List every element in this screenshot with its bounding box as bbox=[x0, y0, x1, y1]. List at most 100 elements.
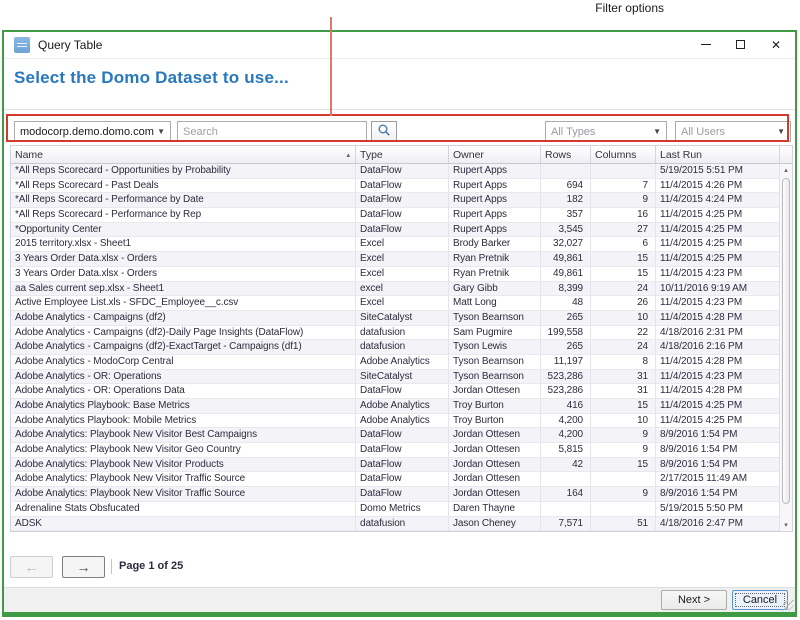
cell-owner: Sam Pugmire bbox=[449, 326, 541, 340]
cell-columns: 10 bbox=[591, 414, 656, 428]
cell-type: excel bbox=[356, 282, 449, 296]
table-row[interactable]: Active Employee List.xls - SFDC_Employee… bbox=[11, 296, 792, 311]
cell-rows: 265 bbox=[541, 340, 591, 354]
table-row[interactable]: Adobe Analytics: Playbook New Visitor Pr… bbox=[11, 458, 792, 473]
cell-owner: Rupert Apps bbox=[449, 164, 541, 178]
column-header-lastrun[interactable]: Last Run bbox=[656, 146, 780, 163]
search-input[interactable] bbox=[177, 121, 367, 142]
cell-type: Adobe Analytics bbox=[356, 414, 449, 428]
cell-owner: Troy Burton bbox=[449, 399, 541, 413]
cell-name: *All Reps Scorecard - Opportunities by P… bbox=[11, 164, 356, 178]
resize-grip[interactable] bbox=[783, 600, 794, 611]
search-button[interactable] bbox=[371, 121, 397, 142]
table-row[interactable]: aa Sales current sep.xlsx - Sheet1excelG… bbox=[11, 282, 792, 297]
page-indicator: Page 1 of 25 bbox=[111, 559, 183, 574]
cell-type: DataFlow bbox=[356, 193, 449, 207]
table-row[interactable]: *Opportunity CenterDataFlowRupert Apps3,… bbox=[11, 223, 792, 238]
cell-type: datafusion bbox=[356, 326, 449, 340]
scroll-down-icon[interactable]: ▾ bbox=[780, 521, 792, 529]
cell-columns: 10 bbox=[591, 311, 656, 325]
cell-columns: 8 bbox=[591, 355, 656, 369]
cell-type: DataFlow bbox=[356, 384, 449, 398]
vertical-scrollbar[interactable]: ▴ ▾ bbox=[779, 164, 792, 531]
cell-columns: 22 bbox=[591, 326, 656, 340]
table-body: *All Reps Scorecard - Opportunities by P… bbox=[11, 164, 792, 531]
table-row[interactable]: Adobe Analytics: Playbook New Visitor Tr… bbox=[11, 487, 792, 502]
table-row[interactable]: Adobe Analytics Playbook: Base MetricsAd… bbox=[11, 399, 792, 414]
minimize-button[interactable] bbox=[689, 32, 723, 58]
cell-lastrun: 10/11/2016 9:19 AM bbox=[656, 282, 780, 296]
cell-lastrun: 11/4/2015 4:25 PM bbox=[656, 223, 780, 237]
table-row[interactable]: ADSKdatafusionJason Cheney7,571514/18/20… bbox=[11, 517, 792, 532]
table-header: Name ▴ Type Owner Rows Columns Last Run bbox=[11, 146, 792, 164]
column-header-rows[interactable]: Rows bbox=[541, 146, 591, 163]
scroll-up-icon[interactable]: ▴ bbox=[780, 166, 792, 174]
cell-columns: 27 bbox=[591, 223, 656, 237]
table-row[interactable]: Adobe Analytics: Playbook New Visitor Ge… bbox=[11, 443, 792, 458]
cell-owner: Jordan Ottesen bbox=[449, 428, 541, 442]
cell-name: Adobe Analytics: Playbook New Visitor Pr… bbox=[11, 458, 356, 472]
cell-owner: Rupert Apps bbox=[449, 193, 541, 207]
annotation-callout-line bbox=[330, 17, 332, 116]
cell-owner: Rupert Apps bbox=[449, 223, 541, 237]
cancel-button[interactable]: Cancel bbox=[732, 590, 788, 610]
cell-owner: Brody Barker bbox=[449, 237, 541, 251]
cell-columns: 24 bbox=[591, 282, 656, 296]
table-row[interactable]: Adobe Analytics: Playbook New Visitor Tr… bbox=[11, 472, 792, 487]
cell-rows: 49,861 bbox=[541, 267, 591, 281]
table-row[interactable]: 3 Years Order Data.xlsx - OrdersExcelRya… bbox=[11, 252, 792, 267]
cell-type: Excel bbox=[356, 267, 449, 281]
column-header-owner[interactable]: Owner bbox=[449, 146, 541, 163]
cell-owner: Jordan Ottesen bbox=[449, 487, 541, 501]
column-header-name[interactable]: Name ▴ bbox=[11, 146, 356, 163]
maximize-button[interactable] bbox=[723, 32, 757, 58]
table-row[interactable]: 2015 territory.xlsx - Sheet1ExcelBrody B… bbox=[11, 237, 792, 252]
cell-lastrun: 8/9/2016 1:54 PM bbox=[656, 443, 780, 457]
cell-columns bbox=[591, 472, 656, 486]
table-row[interactable]: *All Reps Scorecard - Opportunities by P… bbox=[11, 164, 792, 179]
table-row[interactable]: *All Reps Scorecard - Performance by Rep… bbox=[11, 208, 792, 223]
next-page-button[interactable]: → bbox=[62, 556, 105, 578]
cell-name: Adobe Analytics - Campaigns (df2) bbox=[11, 311, 356, 325]
column-header-columns[interactable]: Columns bbox=[591, 146, 656, 163]
table-row[interactable]: Adobe Analytics - Campaigns (df2)-ExactT… bbox=[11, 340, 792, 355]
next-button[interactable]: Next > bbox=[661, 590, 727, 610]
cell-type: DataFlow bbox=[356, 472, 449, 486]
cell-columns: 7 bbox=[591, 179, 656, 193]
types-dropdown[interactable]: All Types ▼ bbox=[545, 121, 667, 142]
chevron-down-icon: ▼ bbox=[777, 127, 785, 136]
table-row[interactable]: 3 Years Order Data.xlsx - OrdersExcelRya… bbox=[11, 267, 792, 282]
table-row[interactable]: *All Reps Scorecard - Past DealsDataFlow… bbox=[11, 179, 792, 194]
prev-page-button[interactable]: ← bbox=[10, 556, 53, 578]
table-row[interactable]: Adobe Analytics - ModoCorp CentralAdobe … bbox=[11, 355, 792, 370]
cell-type: DataFlow bbox=[356, 179, 449, 193]
cell-lastrun: 11/4/2015 4:28 PM bbox=[656, 311, 780, 325]
table-row[interactable]: Adobe Analytics Playbook: Mobile Metrics… bbox=[11, 414, 792, 429]
table-row[interactable]: Adobe Analytics: Playbook New Visitor Be… bbox=[11, 428, 792, 443]
users-dropdown[interactable]: All Users ▼ bbox=[675, 121, 791, 142]
cell-owner: Rupert Apps bbox=[449, 208, 541, 222]
cell-name: Adobe Analytics - OR: Operations bbox=[11, 370, 356, 384]
close-button[interactable]: ✕ bbox=[759, 32, 793, 58]
table-row[interactable]: Adobe Analytics - OR: Operations DataDat… bbox=[11, 384, 792, 399]
cell-owner: Tyson Bearnson bbox=[449, 355, 541, 369]
scrollbar-thumb[interactable] bbox=[782, 178, 790, 504]
cell-name: Adobe Analytics: Playbook New Visitor Be… bbox=[11, 428, 356, 442]
table-row[interactable]: *All Reps Scorecard - Performance by Dat… bbox=[11, 193, 792, 208]
instance-dropdown[interactable]: modocorp.demo.domo.com ▼ bbox=[14, 121, 171, 142]
cell-rows: 265 bbox=[541, 311, 591, 325]
cell-owner: Jordan Ottesen bbox=[449, 384, 541, 398]
cell-rows bbox=[541, 472, 591, 486]
cell-columns bbox=[591, 164, 656, 178]
table-row[interactable]: Adobe Analytics - Campaigns (df2)SiteCat… bbox=[11, 311, 792, 326]
annotation-filter-options: Filter options bbox=[0, 1, 664, 15]
cell-type: DataFlow bbox=[356, 428, 449, 442]
table-row[interactable]: Adobe Analytics - OR: OperationsSiteCata… bbox=[11, 370, 792, 385]
table-row[interactable]: Adrenaline Stats ObsfucatedDomo MetricsD… bbox=[11, 502, 792, 517]
table-row[interactable]: Adobe Analytics - Campaigns (df2)-Daily … bbox=[11, 326, 792, 341]
scrollbar-corner bbox=[780, 146, 792, 163]
cell-rows: 4,200 bbox=[541, 414, 591, 428]
column-header-type[interactable]: Type bbox=[356, 146, 449, 163]
cell-columns: 9 bbox=[591, 487, 656, 501]
cell-type: Domo Metrics bbox=[356, 502, 449, 516]
